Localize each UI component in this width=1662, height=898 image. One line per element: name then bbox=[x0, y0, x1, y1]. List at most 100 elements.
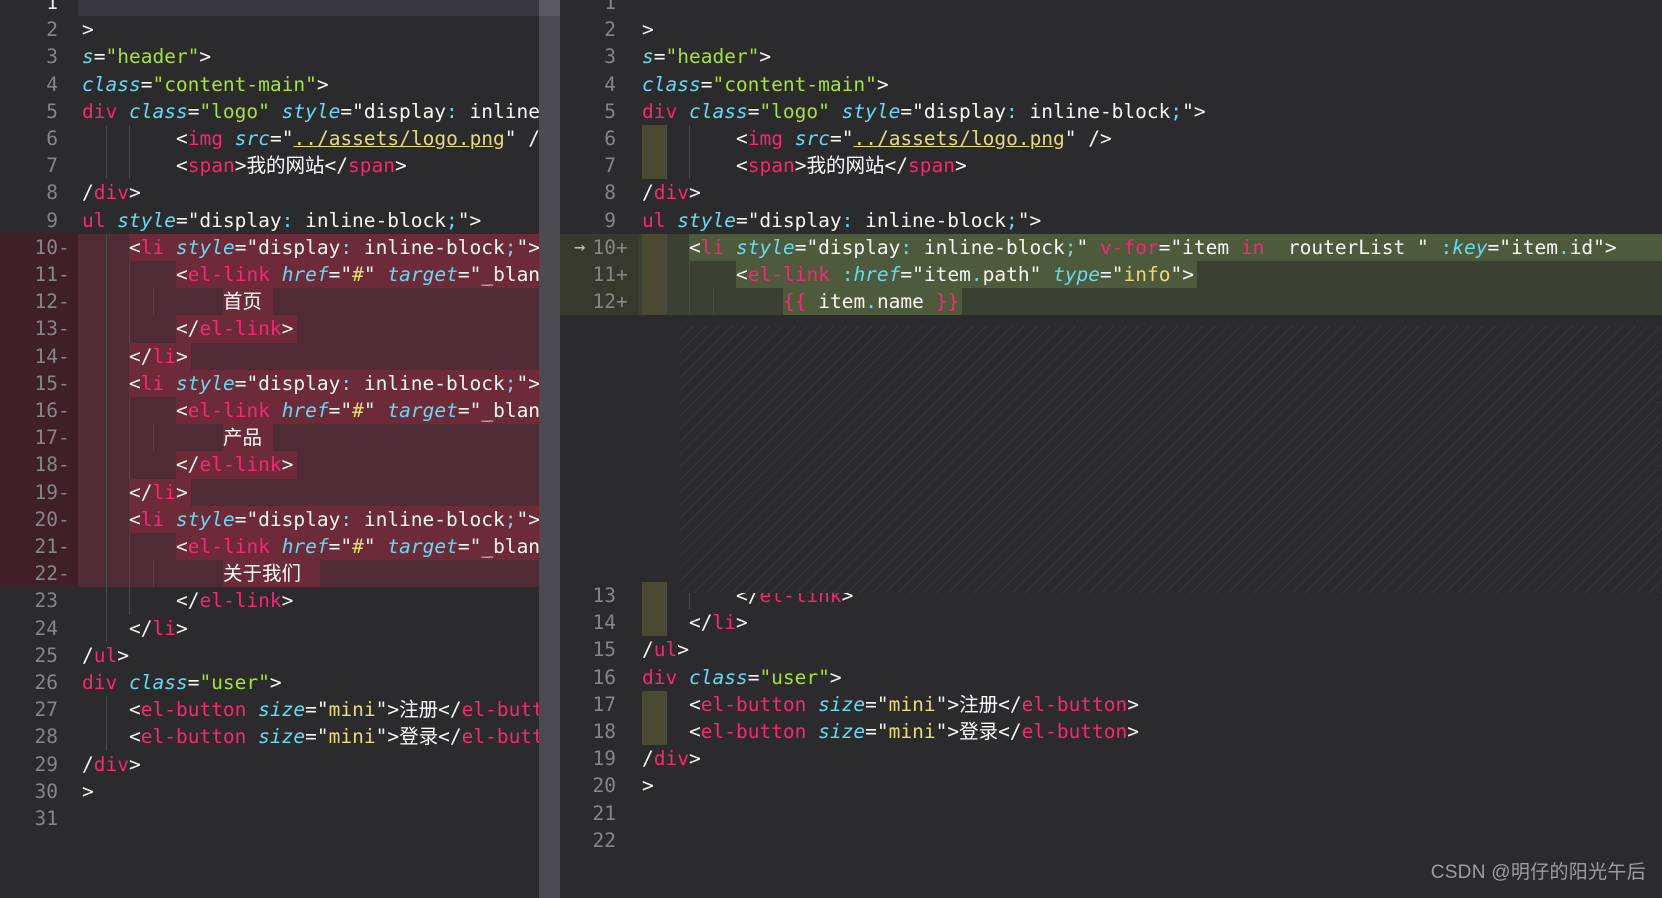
code-line[interactable]: 9 ul style="display: inline-block;"> bbox=[0, 207, 560, 234]
indent-guide bbox=[665, 717, 667, 746]
code-token: > bbox=[794, 154, 807, 178]
code-line[interactable]: 4 class="content-main"> bbox=[0, 71, 560, 98]
code-line[interactable]: 2 > bbox=[0, 16, 560, 43]
code-line[interactable]: 6 <img src="../assets/logo.png" /> bbox=[0, 125, 560, 153]
code-line[interactable]: 5 div class="logo" style="display: inline… bbox=[560, 98, 1662, 125]
scrollbar-thumb-cap[interactable] bbox=[539, 0, 560, 16]
code-line-content: class="content-main"> bbox=[82, 71, 329, 98]
code-line[interactable]: 8/div> bbox=[560, 179, 1662, 206]
code-line[interactable]: 20- <li style="display: inline-block;"> bbox=[0, 505, 560, 533]
code-line[interactable]: 26 div class="user"> bbox=[0, 669, 560, 696]
code-line[interactable]: 6 <img src="../assets/logo.png" /> bbox=[560, 125, 1662, 153]
code-line[interactable]: 10+ → <li style="display: inline-block;" v… bbox=[560, 233, 1662, 261]
code-token: " bbox=[340, 263, 353, 286]
code-token: "user" bbox=[199, 671, 270, 694]
code-line[interactable]: 16 div class="user"> bbox=[560, 664, 1662, 691]
code-token: href bbox=[281, 535, 329, 558]
code-token: = bbox=[700, 72, 713, 96]
code-line-content: {{ item.name }} bbox=[783, 288, 959, 315]
code-line[interactable]: 17 <el-button size="mini">注册</el-button> bbox=[560, 690, 1662, 718]
code-line[interactable]: 1 bbox=[0, 0, 560, 17]
code-line[interactable]: 31 bbox=[0, 805, 560, 832]
code-token: div bbox=[653, 747, 689, 771]
code-token: " bbox=[1076, 235, 1089, 259]
code-token: > bbox=[1604, 235, 1617, 259]
code-token: = bbox=[175, 208, 188, 232]
code-line[interactable]: 17- 产品 bbox=[0, 424, 560, 452]
code-token: div bbox=[93, 181, 129, 205]
code-token: = bbox=[234, 371, 247, 395]
code-line[interactable]: 21- <el-link href="#" target="_blank bbox=[0, 533, 560, 561]
code-line[interactable]: 18 <el-button size="mini">登录</el-button> bbox=[560, 717, 1662, 746]
code-line-content: <li style="display: inline-block;"> bbox=[129, 506, 540, 533]
code-line[interactable]: 19- </li> bbox=[0, 478, 560, 506]
code-token: " bbox=[935, 692, 948, 716]
code-line[interactable]: 23 </el-link> bbox=[0, 587, 560, 615]
code-line[interactable]: 24 </li> bbox=[0, 614, 560, 642]
line-number: 21 bbox=[592, 801, 616, 825]
code-line[interactable]: 27 <el-button size="mini">注册</el-butt bbox=[0, 696, 560, 724]
code-line[interactable]: 15/ul> bbox=[560, 636, 1662, 663]
code-line[interactable]: 16- <el-link href="#" target="_blank bbox=[0, 397, 560, 425]
code-line[interactable]: 22- 关于我们 bbox=[0, 560, 560, 588]
code-line[interactable]: 28 <el-button size="mini">登录</el-butt bbox=[0, 723, 560, 751]
scrollbar-thumb[interactable] bbox=[539, 0, 560, 898]
indent-guide bbox=[105, 696, 107, 724]
code-line[interactable]: 4 class="content-main"> bbox=[560, 71, 1662, 98]
diff-marker: - bbox=[58, 426, 70, 450]
code-token: el-button bbox=[1021, 719, 1128, 743]
code-line-content: <li style="display: inline-block;" v-for… bbox=[689, 234, 1617, 261]
code-line[interactable]: 22 bbox=[560, 827, 1662, 854]
diff-pane-modified[interactable]: 1 2 >3 s="header"> 4 class="content-main"> 5 di… bbox=[560, 0, 1662, 898]
indent-guide bbox=[105, 315, 107, 343]
code-token: " bbox=[1111, 263, 1124, 286]
code-token: > bbox=[175, 480, 188, 504]
code-token: > bbox=[759, 45, 772, 69]
code-token: el-button bbox=[1021, 692, 1128, 716]
code-line[interactable]: 14- </li> bbox=[0, 342, 560, 370]
line-number: 8 bbox=[46, 181, 58, 205]
code-line[interactable]: 12- 首页 bbox=[0, 288, 560, 316]
code-line[interactable]: 3 s="header"> bbox=[0, 43, 560, 70]
code-line[interactable]: 30 > bbox=[0, 778, 560, 805]
whitespace-indent-marker bbox=[642, 233, 667, 261]
code-line[interactable]: 7 <span>我的网站</span> bbox=[0, 152, 560, 180]
diff-pane-original[interactable]: 1 2 >3 s="header"> 4 class="content-main"> 5 di… bbox=[0, 0, 560, 898]
code-line[interactable]: 20 > bbox=[560, 772, 1662, 799]
code-line[interactable]: 29/div> bbox=[0, 751, 560, 778]
code-token: href bbox=[853, 263, 901, 286]
code-token: > bbox=[1193, 99, 1206, 123]
code-token: : bbox=[281, 208, 294, 232]
code-token: > bbox=[1182, 263, 1195, 286]
code-line[interactable]: 15- <li style="display: inline-block;"> bbox=[0, 369, 560, 397]
code-line[interactable]: 9 ul style="display: inline-block;"> bbox=[560, 207, 1662, 234]
code-line-content: <el-link href="#" target="_blank bbox=[176, 261, 552, 288]
indent-guide bbox=[152, 424, 154, 452]
code-line[interactable]: 13- </el-link> bbox=[0, 315, 560, 343]
code-line[interactable]: 5 div class="logo" style="display: inline bbox=[0, 98, 560, 125]
code-token: "header" bbox=[105, 45, 200, 69]
code-line[interactable]: 8/div> bbox=[0, 179, 560, 206]
code-line[interactable]: 10- <li style="display: inline-block;"> bbox=[0, 233, 560, 261]
code-line[interactable]: 19/div> bbox=[560, 745, 1662, 772]
code-line[interactable]: 2 > bbox=[560, 16, 1662, 43]
code-line[interactable]: 11- <el-link href="#" target="_blank bbox=[0, 261, 560, 289]
code-line[interactable]: 14 </li> bbox=[560, 609, 1662, 637]
code-token: < bbox=[689, 719, 701, 743]
code-line[interactable]: 18- </el-link> bbox=[0, 451, 560, 479]
code-line[interactable]: 21 bbox=[560, 800, 1662, 827]
code-line[interactable]: 7 <span>我的网站</span> bbox=[560, 152, 1662, 180]
code-line[interactable]: 25/ul> bbox=[0, 642, 560, 669]
code-line[interactable]: 3 s="header"> bbox=[560, 43, 1662, 70]
code-line[interactable]: 11+ <el-link :href="item.path" type="info… bbox=[560, 261, 1662, 289]
code-line[interactable]: 12+ {{ item.name }} bbox=[560, 288, 1662, 316]
code-line[interactable]: 1 bbox=[560, 0, 1662, 16]
vertical-scrollbar[interactable] bbox=[539, 0, 560, 898]
active-line-highlight bbox=[78, 0, 539, 17]
code-token: </ bbox=[129, 616, 153, 640]
code-token: div bbox=[642, 99, 678, 123]
